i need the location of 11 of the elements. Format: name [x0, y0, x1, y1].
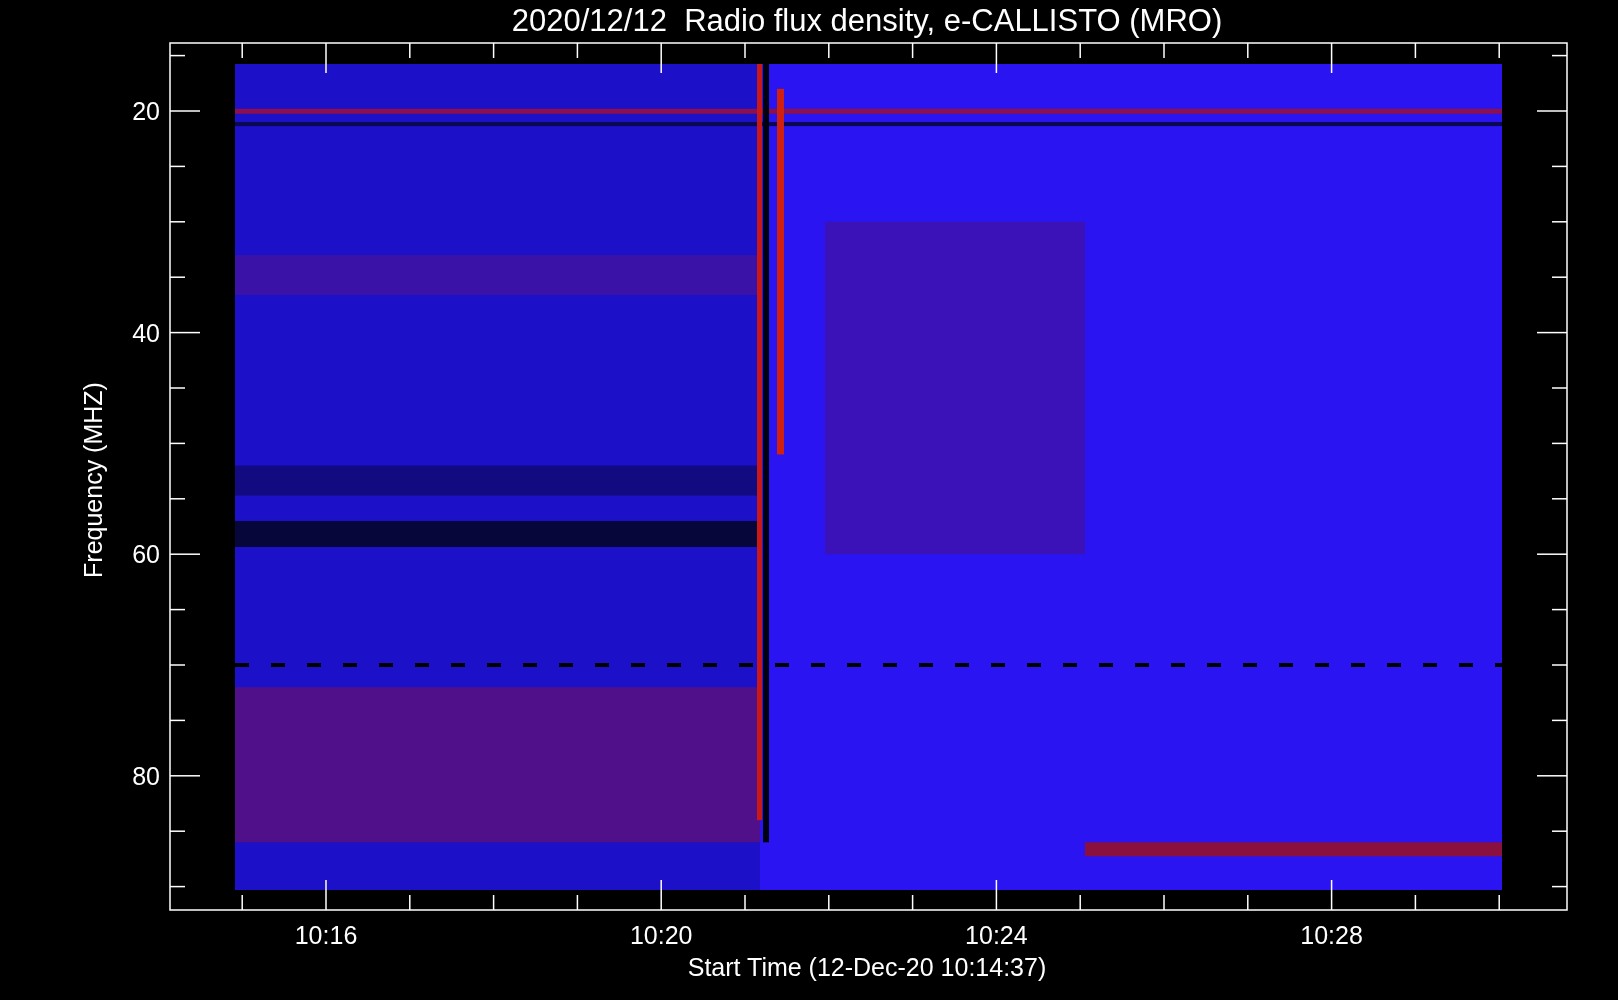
axis-tick-label: 60 — [132, 540, 160, 569]
axis-tick-label: 10:28 — [1300, 921, 1363, 949]
chart-title: 2020/12/12 Radio flux density, e-CALLISTO (MRO) — [511, 3, 1223, 38]
axis-tick-label: 10:20 — [629, 921, 693, 949]
axis-tick-label: 20 — [132, 97, 160, 125]
y-axis-label: Frequency (MHZ) — [79, 382, 107, 578]
axis-tick-label: 10:24 — [965, 921, 1028, 949]
axis-tick-label: 40 — [132, 318, 160, 347]
x-axis-label: Start Time (12-Dec-20 10:14:37) — [687, 953, 1047, 981]
axis-tick-label: 80 — [132, 761, 160, 790]
axis-tick-label: 10:16 — [294, 921, 358, 949]
